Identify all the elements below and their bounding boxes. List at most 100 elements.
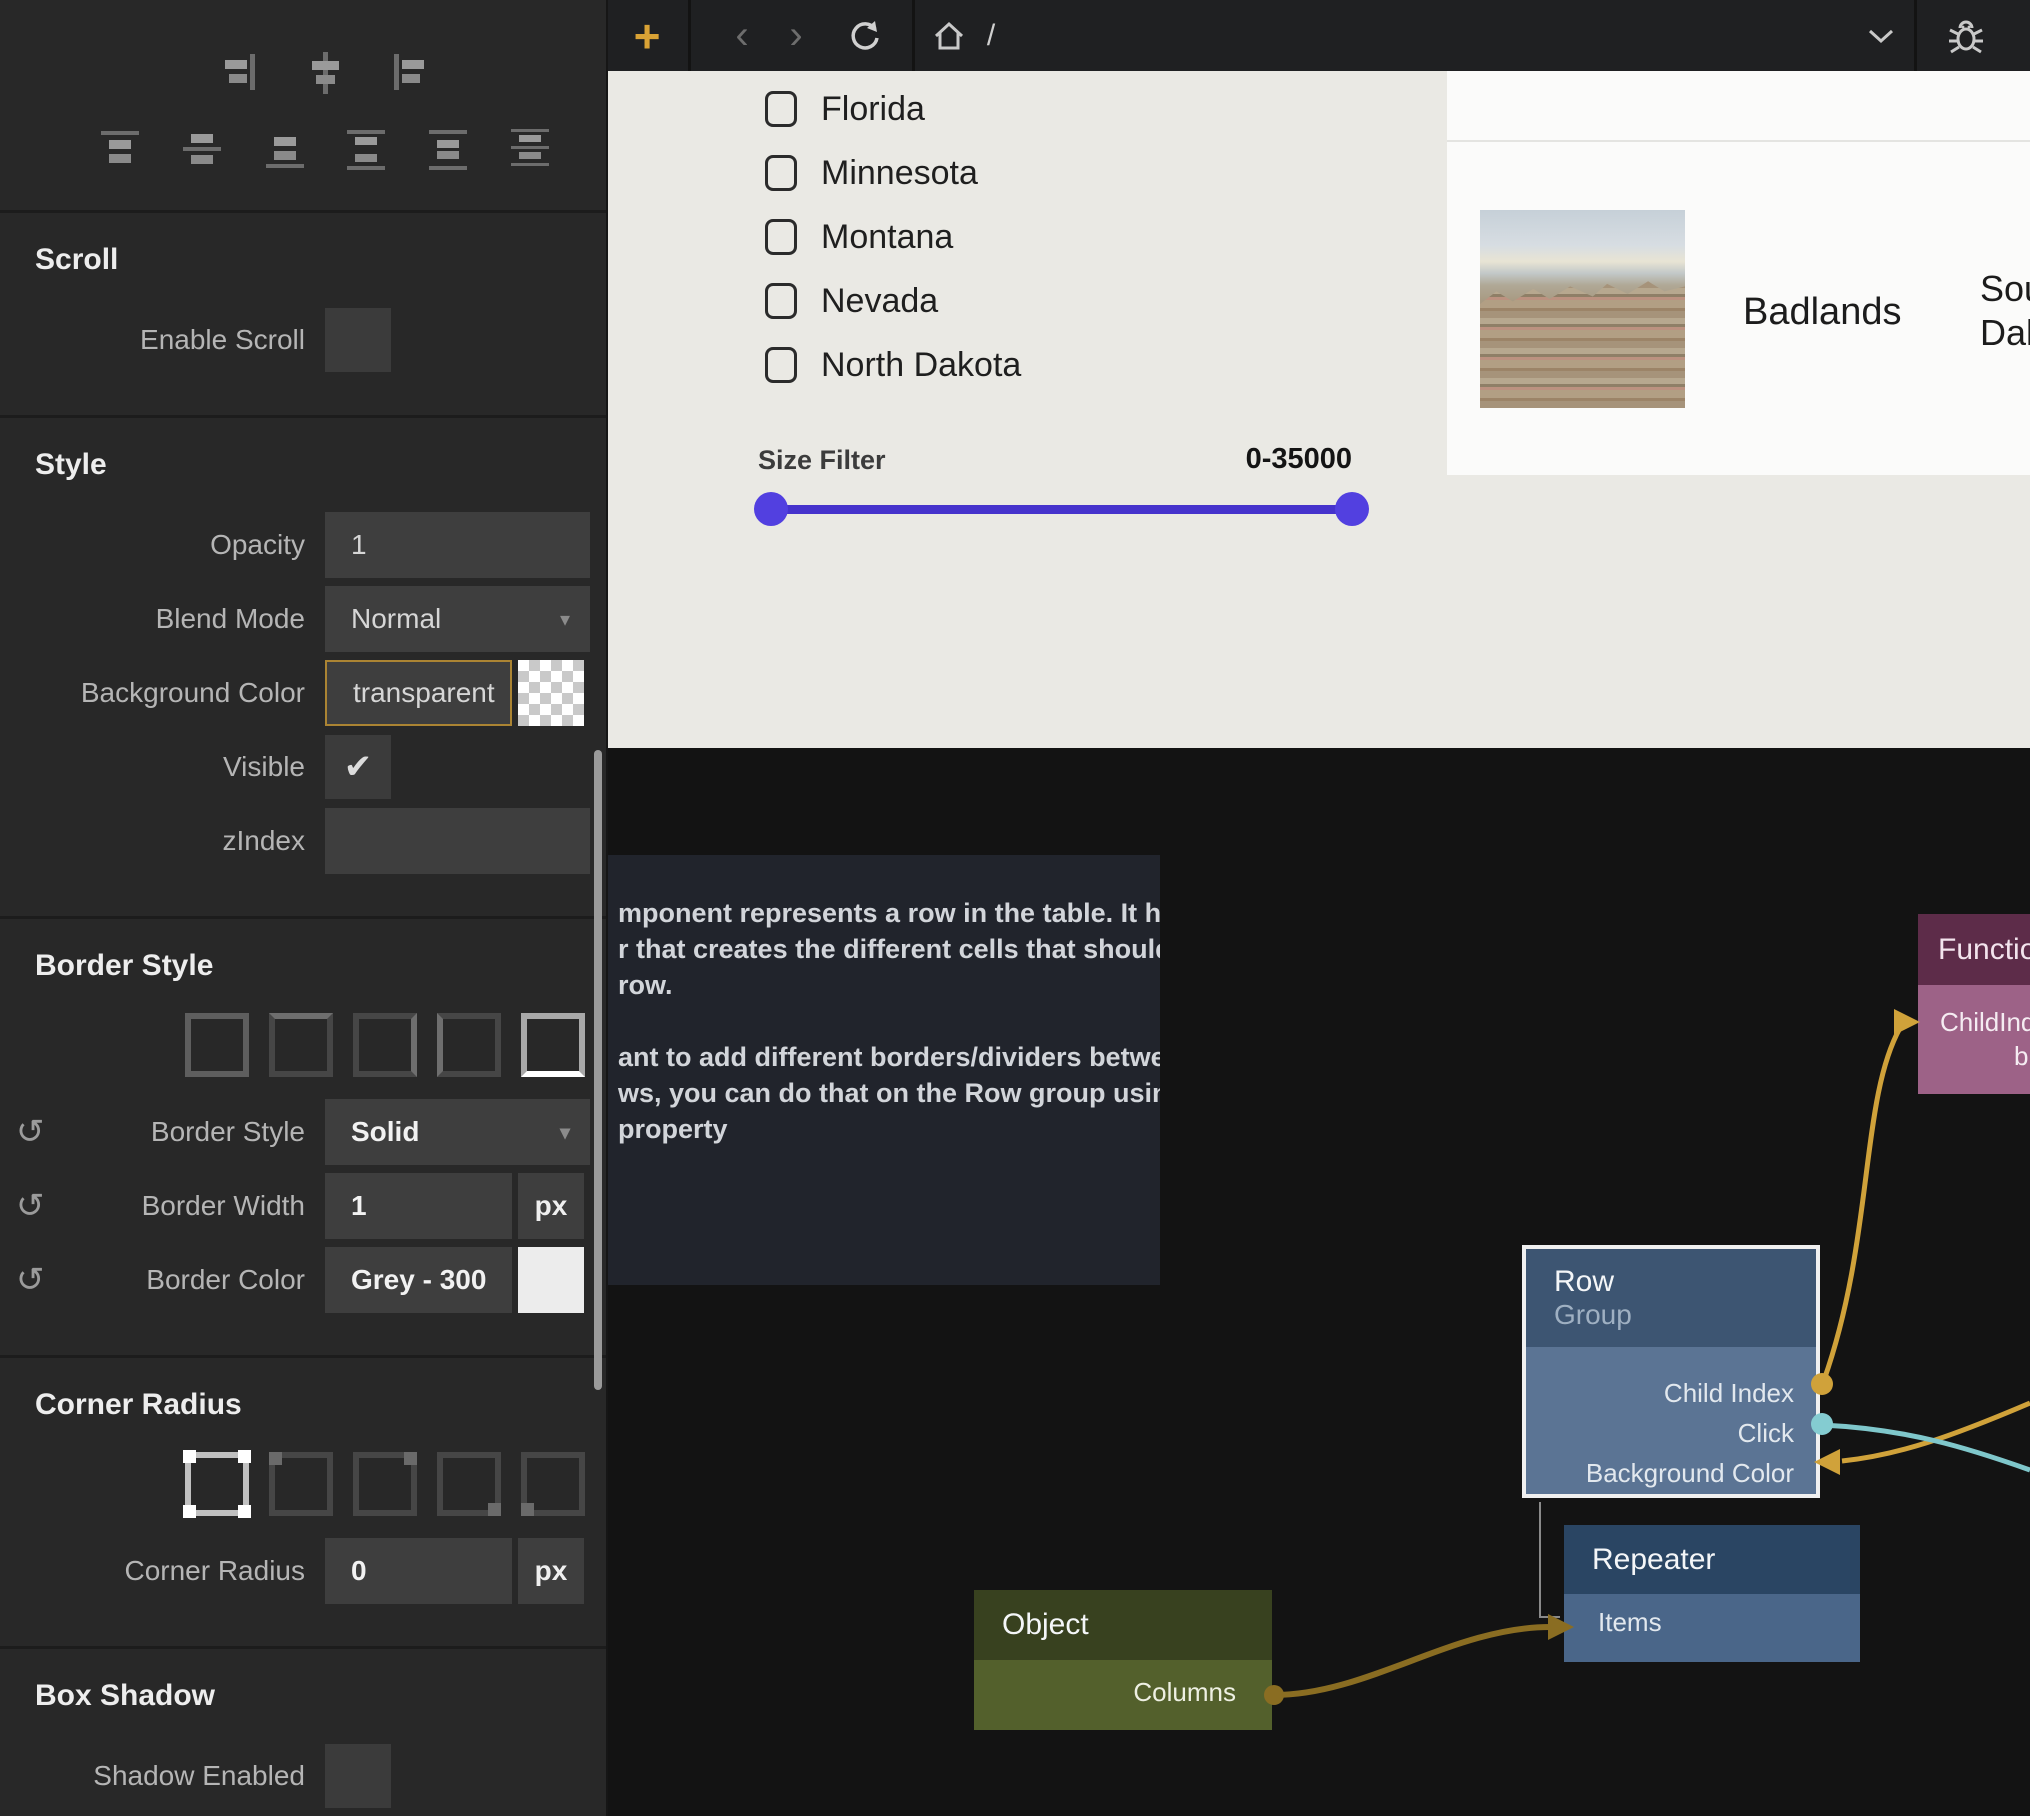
- corner-radius-input[interactable]: 0: [325, 1538, 512, 1604]
- border-color-input[interactable]: Grey - 300: [325, 1247, 512, 1313]
- reset-icon[interactable]: ↺: [16, 1189, 45, 1223]
- node-title: Repeater: [1592, 1543, 1860, 1577]
- wire-childindex[interactable]: [1824, 1028, 1900, 1380]
- justify-center-packed-icon[interactable]: [425, 127, 471, 173]
- node-object[interactable]: Object Columns: [974, 1590, 1272, 1730]
- state-checkbox[interactable]: [765, 283, 797, 319]
- back-button[interactable]: ‹: [720, 0, 764, 71]
- align-center-horizontal-icon[interactable]: [303, 50, 349, 96]
- opacity-row: Opacity 1: [0, 512, 606, 578]
- align-left-icon[interactable]: [386, 50, 432, 96]
- border-style-select[interactable]: Solid ▾: [325, 1099, 590, 1165]
- border-width-unit[interactable]: px: [518, 1173, 584, 1239]
- check-icon: ✔: [344, 747, 373, 787]
- node-row-group[interactable]: Row Group Child Index Click Background C…: [1522, 1245, 1820, 1498]
- enable-scroll-checkbox[interactable]: [325, 308, 391, 372]
- size-filter-label: Size Filter: [758, 445, 886, 476]
- section-corner-radius: Corner Radius Corner Radius 0 px: [0, 1358, 606, 1649]
- panel-scrollbar[interactable]: [594, 750, 602, 1390]
- node-title: Object: [1002, 1608, 1272, 1642]
- app-window: Scroll Enable Scroll Style Opacity 1 Ble…: [0, 0, 2030, 1816]
- state-checkbox[interactable]: [765, 155, 797, 191]
- node-function[interactable]: Function ChildInde b: [1918, 914, 2030, 1094]
- node-repeater[interactable]: Repeater Items: [1564, 1525, 1860, 1662]
- url-path[interactable]: /: [974, 0, 1008, 71]
- corner-top-right-icon[interactable]: [353, 1452, 417, 1516]
- corner-radius-label: Corner Radius: [0, 1555, 305, 1587]
- zindex-label: zIndex: [0, 825, 305, 857]
- port-columns[interactable]: Columns: [974, 1672, 1272, 1712]
- forward-button[interactable]: ›: [774, 0, 818, 71]
- section-title-style: Style: [35, 448, 606, 482]
- corner-radius-unit[interactable]: px: [518, 1538, 584, 1604]
- port-clipped-label: b: [2014, 1041, 2028, 1072]
- border-top-side-icon[interactable]: [269, 1013, 333, 1077]
- node-graph-canvas[interactable]: mponent represents a row in the table. I…: [608, 748, 2030, 1816]
- properties-panel: Scroll Enable Scroll Style Opacity 1 Ble…: [0, 0, 608, 1816]
- justify-center-icon[interactable]: [179, 127, 225, 173]
- wire-click[interactable]: [1822, 1425, 2030, 1470]
- enable-scroll-row: Enable Scroll: [0, 307, 606, 373]
- border-width-row: ↺ Border Width 1 px: [0, 1173, 606, 1239]
- node-title: Row: [1554, 1265, 1816, 1299]
- border-right-side-icon[interactable]: [353, 1013, 417, 1077]
- section-title-border: Border Style: [35, 949, 606, 983]
- list-item: Florida: [765, 90, 1021, 128]
- wire-items[interactable]: [1274, 1627, 1550, 1695]
- node-title: Function: [1938, 933, 2030, 967]
- refresh-icon[interactable]: [840, 0, 890, 71]
- chevron-down-icon: ▾: [560, 607, 570, 632]
- corner-bottom-left-icon[interactable]: [521, 1452, 585, 1516]
- slider-handle-min[interactable]: [754, 492, 788, 526]
- background-color-input[interactable]: transparent: [325, 660, 512, 726]
- border-color-swatch[interactable]: [518, 1247, 584, 1313]
- border-all-sides-icon[interactable]: [185, 1013, 249, 1077]
- visible-checkbox[interactable]: ✔: [325, 735, 391, 799]
- reset-icon[interactable]: ↺: [16, 1115, 45, 1149]
- park-name: Badlands: [1743, 291, 1901, 334]
- alignment-toolbar: [0, 0, 606, 213]
- border-left-side-icon[interactable]: [437, 1013, 501, 1077]
- size-filter-value: 0-35000: [1052, 443, 1352, 476]
- corner-all-icon-selected[interactable]: [185, 1452, 249, 1516]
- port-child-index[interactable]: Child Index: [1526, 1373, 1816, 1413]
- wire-background-color[interactable]: [1842, 1403, 2030, 1461]
- corner-selector: [185, 1452, 606, 1516]
- justify-bottom-icon[interactable]: [262, 127, 308, 173]
- justify-space-around-icon[interactable]: [507, 127, 553, 173]
- state-checkbox[interactable]: [765, 219, 797, 255]
- state-checkbox[interactable]: [765, 91, 797, 127]
- port-child-index-out[interactable]: ChildInde: [1918, 1003, 2030, 1041]
- reset-icon[interactable]: ↺: [16, 1263, 45, 1297]
- corner-top-left-icon[interactable]: [269, 1452, 333, 1516]
- border-bottom-side-icon-selected[interactable]: [521, 1013, 585, 1077]
- visible-label: Visible: [0, 751, 305, 783]
- add-tab-button[interactable]: +: [622, 0, 672, 71]
- slider-handle-max[interactable]: [1335, 492, 1369, 526]
- blend-mode-select[interactable]: Normal ▾: [325, 586, 590, 652]
- node-type: Group: [1554, 1299, 1816, 1331]
- debug-bug-icon[interactable]: [1936, 0, 1996, 71]
- opacity-input[interactable]: 1: [325, 512, 590, 578]
- justify-top-icon[interactable]: [97, 127, 143, 173]
- port-items[interactable]: Items: [1564, 1602, 1860, 1642]
- port-background-color[interactable]: Background Color: [1526, 1453, 1816, 1493]
- list-item: Minnesota: [765, 154, 1021, 192]
- zindex-input[interactable]: [325, 808, 590, 874]
- park-state: Sou Dak: [1980, 267, 2030, 355]
- corner-bottom-right-icon[interactable]: [437, 1452, 501, 1516]
- border-width-input[interactable]: 1: [325, 1173, 512, 1239]
- size-filter-slider[interactable]: [771, 505, 1352, 514]
- hierarchy-connector: [1540, 1502, 1560, 1617]
- shadow-enabled-checkbox[interactable]: [325, 1744, 391, 1808]
- justify-space-between-icon[interactable]: [343, 127, 389, 173]
- background-color-swatch[interactable]: [518, 660, 584, 726]
- home-icon[interactable]: [926, 0, 972, 71]
- chevron-down-icon[interactable]: [1860, 0, 1902, 71]
- zindex-row: zIndex: [0, 808, 606, 874]
- list-item: Montana: [765, 218, 1021, 256]
- state-checkbox[interactable]: [765, 347, 797, 383]
- align-right-icon[interactable]: [219, 50, 265, 96]
- port-click[interactable]: Click: [1526, 1413, 1816, 1453]
- shadow-enabled-label: Shadow Enabled: [0, 1760, 305, 1792]
